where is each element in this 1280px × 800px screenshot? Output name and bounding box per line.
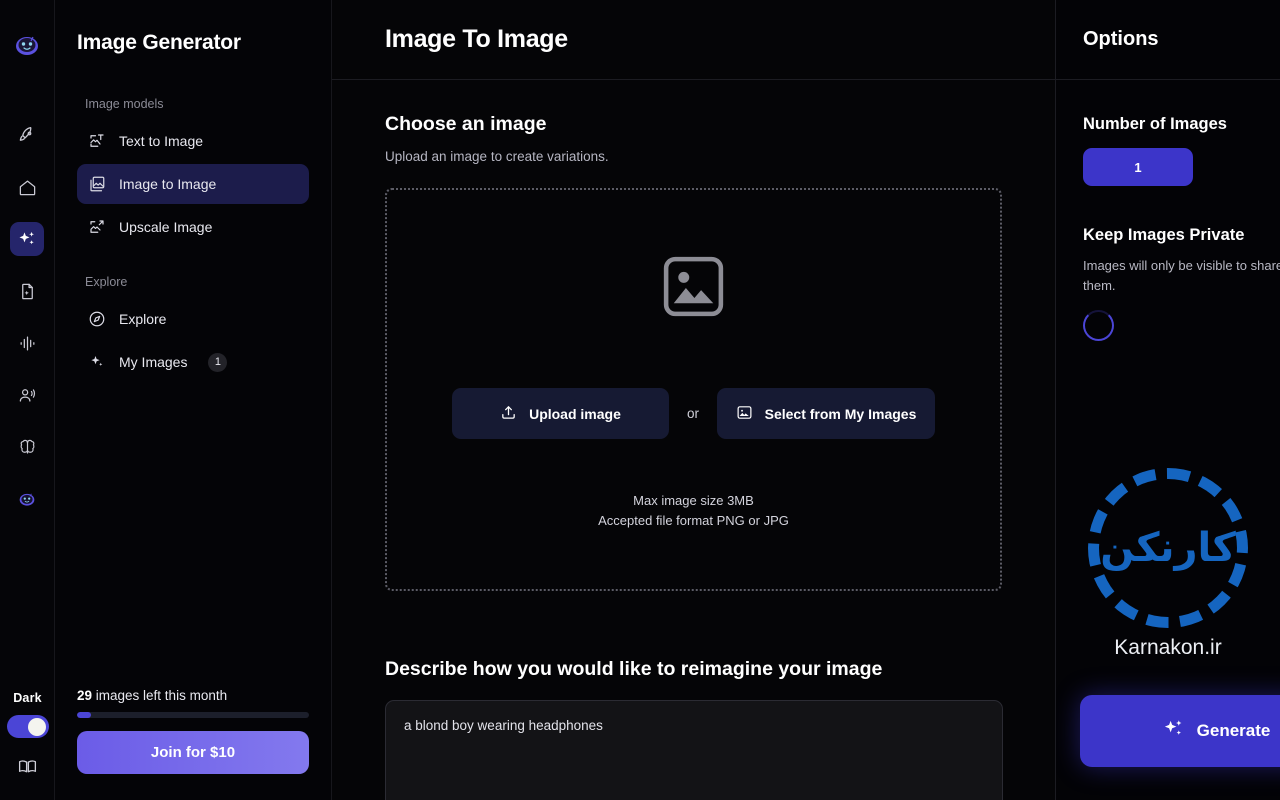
compass-icon	[87, 310, 106, 329]
quota-label: images left this month	[92, 688, 228, 703]
join-button[interactable]: Join for $10	[77, 731, 309, 774]
icon-rail: Dark	[0, 0, 55, 800]
main-header: Image To Image	[332, 0, 1055, 80]
watermark-farsi-text: کارنکن	[1100, 525, 1236, 571]
sidebar-item-label: Image to Image	[119, 176, 217, 192]
or-separator: or	[686, 406, 699, 421]
sidebar-item-upscale-image[interactable]: Upscale Image	[77, 207, 309, 247]
sidebar: Image Generator Image models Text to Ima…	[55, 0, 332, 800]
choose-image-heading: Choose an image	[385, 113, 547, 135]
quota-progress-bar	[77, 712, 309, 718]
main-body: Choose an image Upload an image to creat…	[332, 80, 1055, 800]
main-content: Image To Image Choose an image Upload an…	[332, 0, 1055, 800]
upload-image-label: Upload image	[529, 405, 621, 422]
quota-count: 29	[77, 688, 93, 703]
sidebar-item-explore[interactable]: Explore	[77, 299, 309, 339]
options-panel: Options Number of Images 1 Keep Images P…	[1055, 0, 1280, 800]
toggle-knob	[27, 717, 46, 736]
image-dropzone[interactable]: Upload image or Select from My Images Ma…	[385, 188, 1002, 591]
dropzone-actions: Upload image or Select from My Images	[451, 388, 935, 439]
quota-block: 29 images left this month	[77, 688, 309, 718]
describe-heading: Describe how you would like to reimagine…	[385, 658, 883, 680]
user-voice-icon[interactable]	[10, 378, 44, 412]
quota-progress-fill	[77, 712, 91, 718]
robot-logo-icon[interactable]	[10, 28, 44, 62]
options-header: Options	[1056, 0, 1280, 80]
dropzone-notes: Max image size 3MB Accepted file format …	[598, 491, 789, 531]
choose-image-subtext: Upload an image to create variations.	[385, 149, 609, 164]
max-size-note: Max image size 3MB	[633, 493, 754, 508]
sidebar-item-image-to-image[interactable]: Image to Image	[77, 164, 309, 204]
rail-bottom-controls: Dark	[0, 691, 55, 782]
rocket-icon[interactable]	[10, 118, 44, 152]
sidebar-item-label: Upscale Image	[119, 219, 213, 235]
sidebar-item-label: My Images	[119, 354, 188, 370]
rail-icon-list	[10, 118, 44, 516]
upscale-image-icon	[87, 218, 106, 237]
options-title: Options	[1083, 28, 1159, 50]
prompt-input[interactable]	[385, 700, 1003, 800]
theme-label: Dark	[13, 691, 42, 705]
select-from-my-images-button[interactable]: Select from My Images	[717, 388, 935, 439]
loading-spinner-icon	[1083, 310, 1114, 341]
brain-icon[interactable]	[10, 430, 44, 464]
audio-waveform-icon[interactable]	[10, 326, 44, 360]
text-to-image-icon	[87, 132, 106, 151]
watermark-logo: کارنکن Karnakon.ir	[1068, 468, 1268, 660]
sidebar-item-label: Explore	[119, 311, 167, 327]
sparkle-icon	[87, 353, 106, 372]
keep-images-private-description: Images will only be visible to share the…	[1083, 258, 1280, 293]
book-icon[interactable]	[17, 756, 38, 782]
app-root: Dark Image Generator Image models Text t…	[0, 0, 1280, 800]
upload-image-button[interactable]: Upload image	[451, 388, 669, 439]
number-of-images-value[interactable]: 1	[1083, 148, 1193, 186]
watermark-ring: کارنکن	[1088, 468, 1248, 628]
watermark-site-text: Karnakon.ir	[1114, 636, 1222, 659]
keep-images-private-label: Keep Images Private	[1083, 226, 1245, 244]
image-icon	[736, 404, 753, 424]
select-from-my-images-label: Select from My Images	[764, 405, 917, 422]
main-title: Image To Image	[385, 25, 568, 53]
theme-toggle[interactable]	[6, 715, 49, 738]
sidebar-item-my-images[interactable]: My Images 1	[77, 342, 309, 382]
sidebar-item-label: Text to Image	[119, 133, 204, 149]
upload-icon	[500, 404, 517, 424]
file-format-note: Accepted file format PNG or JPG	[598, 513, 789, 528]
image-placeholder-icon	[657, 250, 730, 328]
sidebar-group-label-explore: Explore	[85, 275, 128, 289]
generate-button[interactable]: Generate	[1080, 695, 1280, 767]
quota-text: 29 images left this month	[77, 688, 309, 703]
sidebar-item-image-generator[interactable]	[10, 222, 44, 256]
image-to-image-icon	[87, 175, 106, 194]
options-body: Number of Images 1 Keep Images Private I…	[1056, 80, 1280, 341]
page-title: Image Generator	[77, 31, 241, 54]
sidebar-item-text-to-image[interactable]: Text to Image	[77, 121, 309, 161]
robot-icon[interactable]	[10, 482, 44, 516]
generate-label: Generate	[1196, 721, 1271, 740]
home-icon[interactable]	[10, 170, 44, 204]
sidebar-group-label-models: Image models	[85, 97, 164, 111]
my-images-count-badge: 1	[208, 352, 228, 372]
document-sparkle-icon[interactable]	[10, 274, 44, 308]
number-of-images-label: Number of Images	[1083, 115, 1227, 133]
sparkles-icon	[1162, 717, 1185, 745]
